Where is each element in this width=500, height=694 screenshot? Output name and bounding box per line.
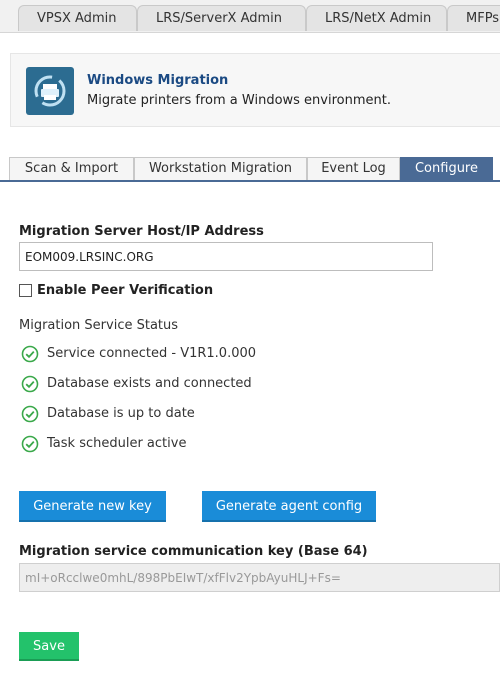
tab-scan-import[interactable]: Scan & Import [9,157,134,180]
tab-event-log[interactable]: Event Log [307,157,400,180]
top-tab-mfps[interactable]: MFPs [447,5,500,31]
sub-tab-bar: Scan & Import Workstation Migration Even… [0,157,500,182]
app-header-card: Windows Migration Migrate printers from … [10,53,500,127]
tab-workstation-migration[interactable]: Workstation Migration [134,157,307,180]
check-circle-icon [21,405,39,423]
check-circle-icon [21,345,39,363]
top-tab-vpsx-admin[interactable]: VPSX Admin [18,5,137,31]
top-tab-bar: VPSX Admin LRS/ServerX Admin LRS/NetX Ad… [0,0,500,33]
check-circle-icon [21,375,39,393]
top-tab-lrs-serverx-admin[interactable]: LRS/ServerX Admin [137,5,306,31]
generate-agent-config-button[interactable]: Generate agent config [202,491,376,522]
status-item-text: Database exists and connected [47,376,252,391]
top-tab-lrs-netx-admin[interactable]: LRS/NetX Admin [306,5,447,31]
page-title: Windows Migration [87,73,229,88]
communication-key-label: Migration service communication key (Bas… [19,544,368,559]
check-circle-icon [21,435,39,453]
communication-key-field[interactable] [19,563,500,592]
printer-migration-icon [26,67,74,115]
page-subtitle: Migrate printers from a Windows environm… [87,93,391,108]
server-host-label: Migration Server Host/IP Address [19,224,264,239]
status-item-text: Task scheduler active [47,436,187,451]
peer-verification-label[interactable]: Enable Peer Verification [37,283,213,298]
service-status-heading: Migration Service Status [19,318,179,333]
status-item-text: Service connected - V1R1.0.000 [47,346,257,361]
generate-new-key-button[interactable]: Generate new key [19,491,166,522]
tab-configure[interactable]: Configure [400,157,493,180]
save-button[interactable]: Save [19,632,79,661]
server-host-input[interactable] [19,242,433,271]
peer-verification-checkbox[interactable] [19,284,32,297]
status-item-text: Database is up to date [47,406,195,421]
